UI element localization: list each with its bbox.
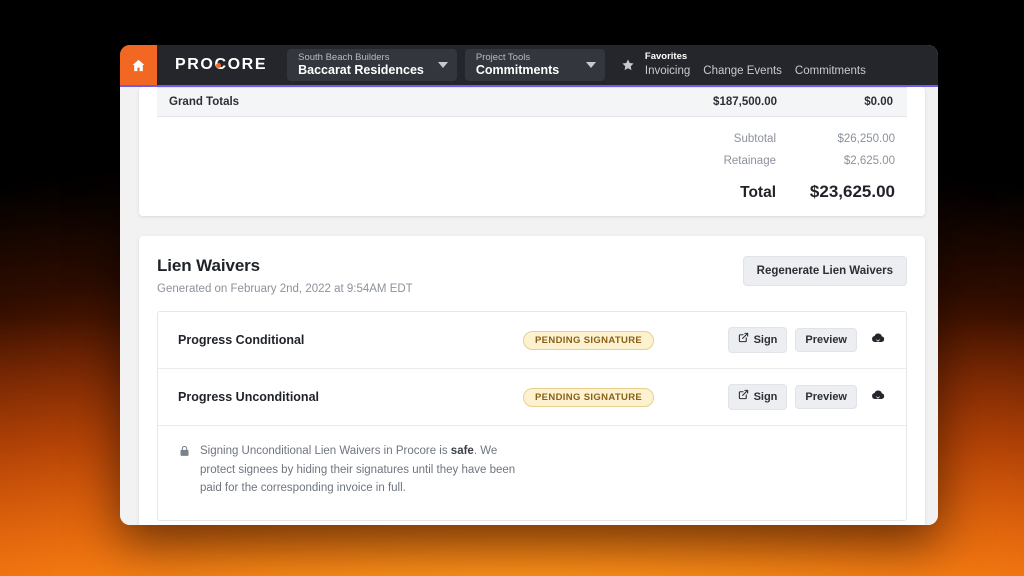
- procore-logo[interactable]: PROCORE: [157, 45, 283, 85]
- star-icon: [621, 58, 635, 72]
- favorites-links: Invoicing Change Events Commitments: [645, 65, 926, 79]
- sign-button-label: Sign: [754, 333, 778, 347]
- lock-icon: [178, 442, 191, 463]
- table-row: Progress Unconditional PENDING SIGNATURE: [158, 369, 906, 426]
- download-button[interactable]: [865, 329, 887, 350]
- preview-button-label: Preview: [805, 333, 847, 347]
- total-label: Total: [650, 184, 800, 202]
- external-link-icon: [738, 332, 749, 347]
- lien-waivers-heading-group: Lien Waivers Generated on February 2nd, …: [157, 256, 413, 295]
- procore-logo-text: PROCORE: [175, 56, 267, 73]
- safe-note-text-before: Signing Unconditional Lien Waivers in Pr…: [200, 445, 451, 457]
- retainage-value: $2,625.00: [800, 155, 895, 167]
- browser-window: PROCORE South Beach Builders Baccarat Re…: [120, 45, 938, 525]
- grand-totals-amount-1: $187,500.00: [657, 96, 777, 108]
- waiver-status-cell: PENDING SIGNATURE: [523, 330, 728, 350]
- company-label: South Beach Builders: [298, 52, 424, 63]
- favorite-link-change-events[interactable]: Change Events: [703, 65, 782, 79]
- waiver-name: Progress Conditional: [178, 333, 523, 347]
- subtotal-value: $26,250.00: [800, 133, 895, 145]
- grand-totals-row: Grand Totals $187,500.00 $0.00: [157, 87, 907, 117]
- external-link-icon: [738, 389, 749, 404]
- cloud-download-icon: [871, 331, 885, 348]
- safe-signing-note-text: Signing Unconditional Lien Waivers in Pr…: [200, 442, 518, 498]
- summary-row-retainage: Retainage $2,625.00: [650, 155, 895, 167]
- chevron-down-icon: [438, 62, 448, 68]
- top-navigation-bar: PROCORE South Beach Builders Baccarat Re…: [120, 45, 938, 87]
- summary-row-subtotal: Subtotal $26,250.00: [650, 133, 895, 145]
- home-button[interactable]: [120, 45, 157, 85]
- project-name: Baccarat Residences: [298, 63, 424, 78]
- sign-button[interactable]: Sign: [728, 384, 788, 409]
- status-badge: PENDING SIGNATURE: [523, 388, 654, 407]
- subtotal-label: Subtotal: [650, 133, 800, 145]
- page-title: Lien Waivers: [157, 256, 413, 276]
- favorites-title: Favorites: [645, 51, 926, 64]
- safe-signing-note: Signing Unconditional Lien Waivers in Pr…: [158, 426, 906, 520]
- waiver-table: Progress Conditional PENDING SIGNATURE: [157, 311, 907, 521]
- favorite-link-invoicing[interactable]: Invoicing: [645, 65, 690, 79]
- project-tools-selector[interactable]: Project Tools Commitments: [465, 49, 605, 81]
- favorites-star-button[interactable]: [609, 45, 645, 85]
- preview-button-label: Preview: [805, 390, 847, 404]
- preview-button[interactable]: Preview: [795, 328, 857, 352]
- favorites-section: Favorites Invoicing Change Events Commit…: [645, 45, 938, 85]
- chevron-down-icon: [586, 62, 596, 68]
- waiver-name: Progress Unconditional: [178, 390, 523, 404]
- total-value: $23,625.00: [800, 182, 895, 202]
- company-project-selector[interactable]: South Beach Builders Baccarat Residences: [287, 49, 457, 81]
- summary-lines: Subtotal $26,250.00 Retainage $2,625.00 …: [139, 117, 925, 202]
- current-tool-name: Commitments: [476, 63, 559, 78]
- favorite-link-commitments[interactable]: Commitments: [795, 65, 866, 79]
- grand-totals-label: Grand Totals: [169, 96, 657, 108]
- summary-row-total: Total $23,625.00: [650, 177, 895, 202]
- lien-waivers-header: Lien Waivers Generated on February 2nd, …: [157, 256, 907, 295]
- regenerate-lien-waivers-button[interactable]: Regenerate Lien Waivers: [743, 256, 907, 286]
- preview-button[interactable]: Preview: [795, 385, 857, 409]
- page-content: Grand Totals $187,500.00 $0.00 Subtotal …: [120, 87, 938, 525]
- project-tools-label: Project Tools: [476, 52, 559, 63]
- waiver-status-cell: PENDING SIGNATURE: [523, 387, 728, 407]
- status-badge: PENDING SIGNATURE: [523, 331, 654, 350]
- lien-waivers-card: Lien Waivers Generated on February 2nd, …: [139, 236, 925, 525]
- waiver-actions: Sign Preview: [728, 327, 887, 352]
- sign-button[interactable]: Sign: [728, 327, 788, 352]
- retainage-label: Retainage: [650, 155, 800, 167]
- table-row: Progress Conditional PENDING SIGNATURE: [158, 312, 906, 369]
- download-button[interactable]: [865, 386, 887, 407]
- cloud-download-icon: [871, 388, 885, 405]
- waiver-actions: Sign Preview: [728, 384, 887, 409]
- grand-totals-amount-2: $0.00: [777, 96, 893, 108]
- sign-button-label: Sign: [754, 390, 778, 404]
- home-icon: [131, 58, 146, 73]
- safe-note-emphasis: safe: [451, 445, 474, 457]
- totals-card: Grand Totals $187,500.00 $0.00 Subtotal …: [139, 87, 925, 216]
- generated-timestamp: Generated on February 2nd, 2022 at 9:54A…: [157, 276, 413, 295]
- logo-dot-icon: [216, 63, 221, 68]
